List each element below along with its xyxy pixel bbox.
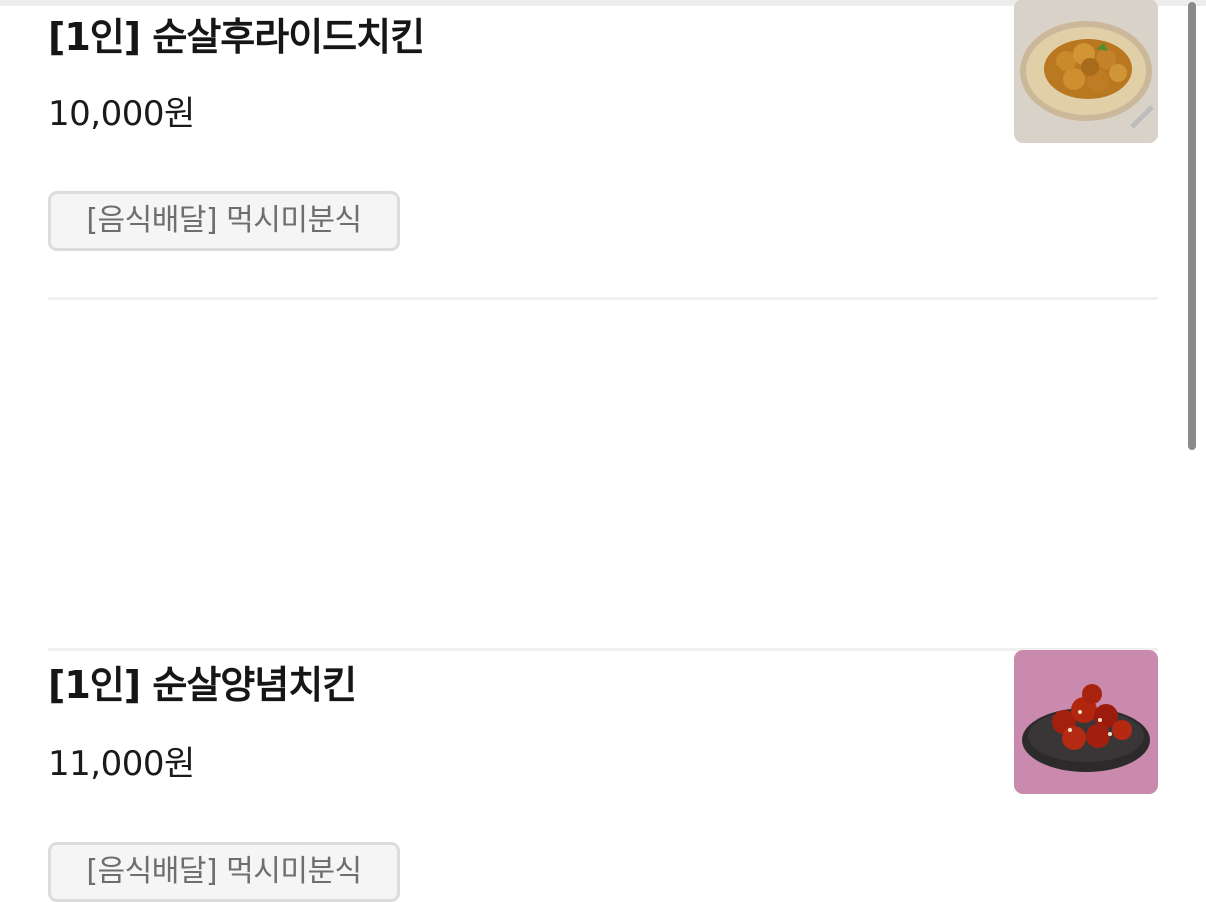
menu-item-price: 11,000원 <box>48 744 195 784</box>
menu-item-title: [1인] 순살후라이드치킨 <box>48 15 425 59</box>
store-tag[interactable]: [음식배달] 먹시미분식 <box>48 191 400 251</box>
menu-item[interactable]: [1인] 순살양념치킨 11,000원 [음식배달] 먹시미분식 <box>48 300 1158 902</box>
menu-item-title: [1인] 순살양념치킨 <box>48 663 357 707</box>
menu-item[interactable]: [1인] 순살후라이드치킨 10,000원 [음식배달] 먹시미분식 <box>48 0 1158 300</box>
menu-item-price: 10,000원 <box>48 94 195 134</box>
seasoned-chicken-photo[interactable] <box>1014 650 1158 794</box>
fried-chicken-photo[interactable] <box>1014 0 1158 143</box>
scrollbar[interactable] <box>1188 2 1196 450</box>
menu-list: [1인] 순살후라이드치킨 10,000원 [음식배달] 먹시미분식 [1인] … <box>48 0 1158 902</box>
store-tag[interactable]: [음식배달] 먹시미분식 <box>48 842 400 902</box>
